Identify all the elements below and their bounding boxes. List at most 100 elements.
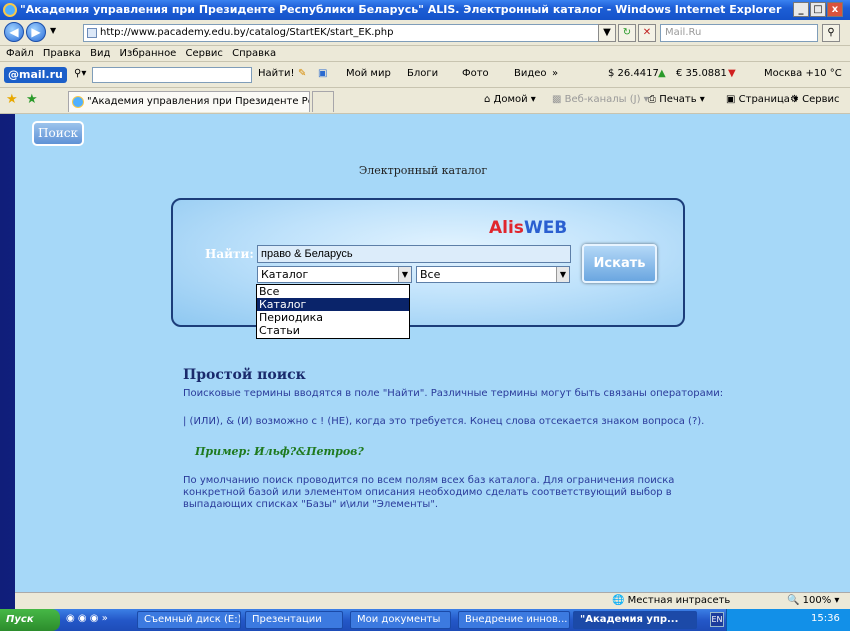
help-paragraph-2: | (ИЛИ), & (И) возможно с ! (НЕ), когда … [183, 416, 705, 427]
home-button[interactable]: ⌂ Домой ▾ [484, 88, 536, 112]
catalog-title: Электронный каталог [358, 164, 488, 177]
menu-view[interactable]: Вид [90, 48, 110, 59]
menu-edit[interactable]: Правка [43, 48, 81, 59]
page-label: Страница [738, 94, 790, 105]
menu-tools[interactable]: Сервис [186, 48, 223, 59]
add-favorites-icon[interactable]: ★ [26, 93, 38, 107]
taskbar-item-browser[interactable]: "Академия упр... [573, 611, 697, 629]
taskbar-item-documents[interactable]: Мои документы [350, 611, 451, 629]
url-text: http://www.pacademy.edu.by/catalog/Start… [100, 27, 394, 38]
page-button[interactable]: ▣ Страница ▾ [726, 88, 798, 112]
print-label: Печать [659, 94, 697, 105]
language-indicator[interactable]: EN [710, 612, 724, 627]
close-button[interactable]: x [827, 2, 843, 17]
help-heading: Простой поиск [183, 367, 306, 383]
back-icon[interactable]: ◀ [4, 22, 24, 42]
toolbar-find-button[interactable]: Найти! [258, 62, 294, 86]
browser-window: "Академия управления при Президенте Респ… [0, 0, 850, 631]
favorites-star-icon[interactable]: ★ [6, 93, 18, 107]
menu-bar: Файл Правка Вид Избранное Сервис Справка [0, 46, 850, 62]
address-bar: ◀ ▶ ▼ http://www.pacademy.edu.by/catalog… [0, 20, 850, 46]
minimize-button[interactable]: _ [793, 2, 809, 17]
tab-active[interactable]: "Академия управления при Президенте Респ… [68, 91, 310, 112]
logo-alis: Alis [489, 218, 524, 238]
dropdown-option-catalog[interactable]: Каталог [257, 298, 409, 311]
poisk-button[interactable]: Поиск [32, 121, 84, 146]
mailru-logo[interactable]: @mail.ru [4, 67, 67, 83]
window-title: "Академия управления при Президенте Респ… [20, 3, 782, 16]
network-zone: 🌐 Местная интрасеть [612, 595, 731, 606]
dropdown-option-periodicals[interactable]: Периодика [257, 311, 409, 324]
menu-help[interactable]: Справка [232, 48, 276, 59]
search-button[interactable]: Искать [582, 244, 657, 283]
quicklaunch-icons[interactable]: ◉ ◉ ◉ » [66, 609, 108, 629]
logo-web: WEB [523, 218, 568, 238]
start-label: Пуск [6, 614, 34, 625]
help-paragraph-3-line-2: конкретной базой или элементом описания … [183, 487, 672, 498]
help-paragraph-3-line-1: По умолчанию поиск проводится по всем по… [183, 475, 675, 486]
url-dropdown-icon[interactable]: ▼ [598, 24, 616, 42]
mailru-search-icon[interactable]: ⚲▾ [74, 62, 86, 86]
page-icon [87, 28, 97, 38]
refresh-icon[interactable]: ↻ [618, 24, 636, 42]
weather-info[interactable]: Москва +10 °C [764, 62, 842, 86]
find-label: Найти: [205, 247, 254, 261]
element-select-value: Все [420, 268, 441, 281]
web-search-input[interactable]: Mail.Ru [660, 24, 818, 42]
feeds-button[interactable]: ▩ Веб-каналы (J) ▾ [552, 88, 649, 112]
system-tray: 15:36 [726, 609, 850, 631]
usd-rate: $ 26.4417 [608, 68, 659, 79]
video-link[interactable]: Видео [514, 62, 547, 86]
base-select-value: Каталог [261, 268, 309, 281]
taskbar-item-drive[interactable]: Съемный диск (E:) [137, 611, 241, 629]
history-dropdown-icon[interactable]: ▼ [50, 26, 56, 35]
start-button[interactable]: Пуск [0, 609, 60, 631]
chevron-down-icon[interactable]: ▼ [556, 267, 569, 282]
toolbar-search-input[interactable] [92, 67, 252, 83]
taskbar-item-innov[interactable]: Внедрение иннов... [458, 611, 570, 629]
dropdown-option-articles[interactable]: Статьи [257, 324, 409, 337]
chevron-down-icon[interactable]: ▼ [398, 267, 411, 282]
taskbar-item-presentations[interactable]: Презентации [245, 611, 343, 629]
base-select[interactable]: Каталог ▼ [257, 266, 412, 283]
arrow-up-icon: ▲ [658, 68, 666, 79]
tab-label: "Академия управления при Президенте Респ… [87, 96, 309, 107]
arrow-down-icon: ▼ [728, 68, 736, 79]
tools-button[interactable]: ⚙ Сервис [790, 88, 840, 112]
menu-favorites[interactable]: Избранное [120, 48, 177, 59]
blogs-link[interactable]: Блоги [407, 62, 438, 86]
page-content: Поиск Электронный каталог AlisWEB Найти:… [15, 114, 850, 592]
pencil-icon[interactable]: ✎ [298, 62, 306, 86]
url-input[interactable]: http://www.pacademy.edu.by/catalog/Start… [83, 24, 606, 42]
element-select[interactable]: Все ▼ [416, 266, 570, 283]
tools-label: Сервис [802, 94, 840, 105]
ie-icon [3, 3, 17, 17]
toolbar-more-button[interactable]: » [552, 62, 558, 86]
zoom-control[interactable]: 🔍 100% ▾ [787, 593, 839, 609]
help-paragraph-1: Поисковые термины вводятся в поле "Найти… [183, 388, 724, 399]
menu-file[interactable]: Файл [6, 48, 34, 59]
forward-icon[interactable]: ▶ [26, 22, 46, 42]
new-tab-button[interactable] [312, 91, 334, 112]
clock: 15:36 [811, 613, 840, 624]
status-bar: 🌐 Местная интрасеть 🔍 100% ▾ [15, 592, 850, 609]
mailru-toolbar: @mail.ru ⚲▾ Найти! ✎ ▣ Мой мир Блоги Фот… [0, 62, 850, 88]
web-search-placeholder: Mail.Ru [665, 27, 702, 38]
ie-tab-icon [72, 96, 84, 108]
print-button[interactable]: ⎙ Печать ▾ [648, 88, 705, 112]
search-icon[interactable]: ⚲ [822, 24, 840, 42]
dropdown-option-all[interactable]: Все [257, 285, 409, 298]
my-world-link[interactable]: Мой мир [346, 62, 391, 86]
help-example: Пример: Ильф?&Петров? [195, 445, 364, 458]
tab-bar: ★ ★ "Академия управления при Президенте … [0, 88, 850, 114]
help-paragraph-3-line-3: выпадающих списках "Базы" и\или "Элемент… [183, 499, 439, 510]
maximize-button[interactable]: □ [810, 2, 826, 17]
base-dropdown-list: Все Каталог Периодика Статьи [256, 284, 410, 339]
search-panel: AlisWEB Найти: Каталог ▼ Все ▼ Искать [171, 198, 685, 327]
aliswEb-logo: AlisWEB [489, 218, 567, 238]
stop-icon[interactable]: ✕ [638, 24, 656, 42]
photo-link[interactable]: Фото [462, 62, 489, 86]
query-input[interactable] [257, 245, 571, 263]
window-icon[interactable]: ▣ [318, 62, 327, 86]
eur-rate: € 35.0881 [676, 68, 727, 79]
